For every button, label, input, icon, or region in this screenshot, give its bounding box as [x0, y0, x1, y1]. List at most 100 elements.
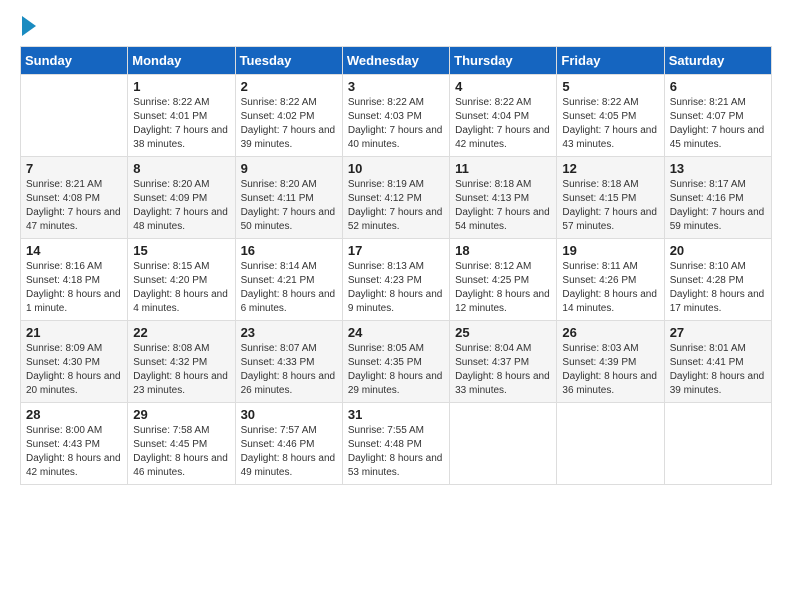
day-cell: 1 Sunrise: 8:22 AMSunset: 4:01 PMDaylight… [128, 75, 235, 157]
day-number: 8 [133, 161, 229, 176]
weekday-header-wednesday: Wednesday [342, 47, 449, 75]
day-number: 9 [241, 161, 337, 176]
day-detail: Sunrise: 8:21 AMSunset: 4:07 PMDaylight:… [670, 96, 766, 152]
week-row-2: 14 Sunrise: 8:16 AMSunset: 4:18 PMDayligh… [21, 239, 772, 321]
day-detail: Sunrise: 8:05 AMSunset: 4:35 PMDaylight:… [348, 342, 444, 398]
day-cell: 13 Sunrise: 8:17 AMSunset: 4:16 PMDayligh… [664, 157, 771, 239]
day-number: 11 [455, 161, 551, 176]
day-detail: Sunrise: 8:19 AMSunset: 4:12 PMDaylight:… [348, 178, 444, 234]
day-cell: 17 Sunrise: 8:13 AMSunset: 4:23 PMDayligh… [342, 239, 449, 321]
day-detail: Sunrise: 8:00 AMSunset: 4:43 PMDaylight:… [26, 424, 122, 480]
day-number: 26 [562, 325, 658, 340]
day-number: 20 [670, 243, 766, 258]
day-detail: Sunrise: 8:22 AMSunset: 4:05 PMDaylight:… [562, 96, 658, 152]
day-cell: 11 Sunrise: 8:18 AMSunset: 4:13 PMDayligh… [450, 157, 557, 239]
day-cell: 10 Sunrise: 8:19 AMSunset: 4:12 PMDayligh… [342, 157, 449, 239]
day-detail: Sunrise: 8:22 AMSunset: 4:02 PMDaylight:… [241, 96, 337, 152]
logo [20, 18, 36, 36]
day-detail: Sunrise: 8:16 AMSunset: 4:18 PMDaylight:… [26, 260, 122, 316]
day-detail: Sunrise: 8:21 AMSunset: 4:08 PMDaylight:… [26, 178, 122, 234]
day-number: 24 [348, 325, 444, 340]
day-detail: Sunrise: 8:04 AMSunset: 4:37 PMDaylight:… [455, 342, 551, 398]
day-number: 14 [26, 243, 122, 258]
week-row-1: 7 Sunrise: 8:21 AMSunset: 4:08 PMDaylight… [21, 157, 772, 239]
day-number: 30 [241, 407, 337, 422]
day-detail: Sunrise: 8:01 AMSunset: 4:41 PMDaylight:… [670, 342, 766, 398]
day-number: 21 [26, 325, 122, 340]
day-cell: 28 Sunrise: 8:00 AMSunset: 4:43 PMDayligh… [21, 403, 128, 485]
weekday-header-tuesday: Tuesday [235, 47, 342, 75]
day-detail: Sunrise: 8:11 AMSunset: 4:26 PMDaylight:… [562, 260, 658, 316]
day-number: 16 [241, 243, 337, 258]
weekday-header-saturday: Saturday [664, 47, 771, 75]
weekday-header-sunday: Sunday [21, 47, 128, 75]
day-cell: 21 Sunrise: 8:09 AMSunset: 4:30 PMDayligh… [21, 321, 128, 403]
day-detail: Sunrise: 8:13 AMSunset: 4:23 PMDaylight:… [348, 260, 444, 316]
day-number: 3 [348, 79, 444, 94]
day-number: 2 [241, 79, 337, 94]
day-detail: Sunrise: 8:09 AMSunset: 4:30 PMDaylight:… [26, 342, 122, 398]
day-cell: 6Sunrise: 8:21 AMSunset: 4:07 PMDaylight… [664, 75, 771, 157]
day-number: 1 [133, 79, 229, 94]
calendar-header: SundayMondayTuesdayWednesdayThursdayFrid… [21, 47, 772, 75]
day-detail: Sunrise: 8:22 AMSunset: 4:01 PMDaylight:… [133, 96, 229, 152]
day-cell: 26 Sunrise: 8:03 AMSunset: 4:39 PMDayligh… [557, 321, 664, 403]
logo-arrow-icon [22, 16, 36, 36]
day-number: 5 [562, 79, 658, 94]
day-cell [664, 403, 771, 485]
day-cell: 25 Sunrise: 8:04 AMSunset: 4:37 PMDayligh… [450, 321, 557, 403]
day-detail: Sunrise: 8:12 AMSunset: 4:25 PMDaylight:… [455, 260, 551, 316]
header [20, 18, 772, 36]
day-cell: 23Sunrise: 8:07 AMSunset: 4:33 PMDayligh… [235, 321, 342, 403]
day-detail: Sunrise: 8:08 AMSunset: 4:32 PMDaylight:… [133, 342, 229, 398]
day-detail: Sunrise: 8:15 AMSunset: 4:20 PMDaylight:… [133, 260, 229, 316]
day-number: 10 [348, 161, 444, 176]
day-detail: Sunrise: 8:18 AMSunset: 4:13 PMDaylight:… [455, 178, 551, 234]
day-detail: Sunrise: 8:20 AMSunset: 4:11 PMDaylight:… [241, 178, 337, 234]
calendar-body: 1 Sunrise: 8:22 AMSunset: 4:01 PMDaylight… [21, 75, 772, 485]
weekday-row: SundayMondayTuesdayWednesdayThursdayFrid… [21, 47, 772, 75]
day-detail: Sunrise: 8:17 AMSunset: 4:16 PMDaylight:… [670, 178, 766, 234]
day-detail: Sunrise: 8:10 AMSunset: 4:28 PMDaylight:… [670, 260, 766, 316]
day-number: 15 [133, 243, 229, 258]
day-detail: Sunrise: 8:22 AMSunset: 4:04 PMDaylight:… [455, 96, 551, 152]
day-cell: 27Sunrise: 8:01 AMSunset: 4:41 PMDayligh… [664, 321, 771, 403]
day-cell: 8 Sunrise: 8:20 AMSunset: 4:09 PMDaylight… [128, 157, 235, 239]
day-number: 31 [348, 407, 444, 422]
calendar-table: SundayMondayTuesdayWednesdayThursdayFrid… [20, 46, 772, 485]
day-cell: 2 Sunrise: 8:22 AMSunset: 4:02 PMDaylight… [235, 75, 342, 157]
day-cell: 31 Sunrise: 7:55 AMSunset: 4:48 PMDayligh… [342, 403, 449, 485]
day-number: 13 [670, 161, 766, 176]
day-cell: 14 Sunrise: 8:16 AMSunset: 4:18 PMDayligh… [21, 239, 128, 321]
day-number: 25 [455, 325, 551, 340]
day-cell: 7 Sunrise: 8:21 AMSunset: 4:08 PMDaylight… [21, 157, 128, 239]
day-detail: Sunrise: 7:55 AMSunset: 4:48 PMDaylight:… [348, 424, 444, 480]
day-cell: 3 Sunrise: 8:22 AMSunset: 4:03 PMDaylight… [342, 75, 449, 157]
day-cell: 19Sunrise: 8:11 AMSunset: 4:26 PMDayligh… [557, 239, 664, 321]
day-number: 28 [26, 407, 122, 422]
day-cell: 15 Sunrise: 8:15 AMSunset: 4:20 PMDayligh… [128, 239, 235, 321]
day-number: 18 [455, 243, 551, 258]
day-cell: 5 Sunrise: 8:22 AMSunset: 4:05 PMDaylight… [557, 75, 664, 157]
day-cell: 24 Sunrise: 8:05 AMSunset: 4:35 PMDayligh… [342, 321, 449, 403]
day-cell: 20 Sunrise: 8:10 AMSunset: 4:28 PMDayligh… [664, 239, 771, 321]
day-cell [450, 403, 557, 485]
day-number: 17 [348, 243, 444, 258]
day-cell: 30Sunrise: 7:57 AMSunset: 4:46 PMDayligh… [235, 403, 342, 485]
day-number: 7 [26, 161, 122, 176]
day-number: 23 [241, 325, 337, 340]
week-row-3: 21 Sunrise: 8:09 AMSunset: 4:30 PMDayligh… [21, 321, 772, 403]
day-detail: Sunrise: 8:20 AMSunset: 4:09 PMDaylight:… [133, 178, 229, 234]
day-detail: Sunrise: 8:22 AMSunset: 4:03 PMDaylight:… [348, 96, 444, 152]
page: SundayMondayTuesdayWednesdayThursdayFrid… [0, 0, 792, 497]
day-cell: 12Sunrise: 8:18 AMSunset: 4:15 PMDayligh… [557, 157, 664, 239]
day-detail: Sunrise: 8:03 AMSunset: 4:39 PMDaylight:… [562, 342, 658, 398]
day-cell: 9 Sunrise: 8:20 AMSunset: 4:11 PMDaylight… [235, 157, 342, 239]
day-cell [557, 403, 664, 485]
day-cell [21, 75, 128, 157]
weekday-header-friday: Friday [557, 47, 664, 75]
day-detail: Sunrise: 8:14 AMSunset: 4:21 PMDaylight:… [241, 260, 337, 316]
day-cell: 4Sunrise: 8:22 AMSunset: 4:04 PMDaylight… [450, 75, 557, 157]
day-cell: 29Sunrise: 7:58 AMSunset: 4:45 PMDayligh… [128, 403, 235, 485]
weekday-header-thursday: Thursday [450, 47, 557, 75]
